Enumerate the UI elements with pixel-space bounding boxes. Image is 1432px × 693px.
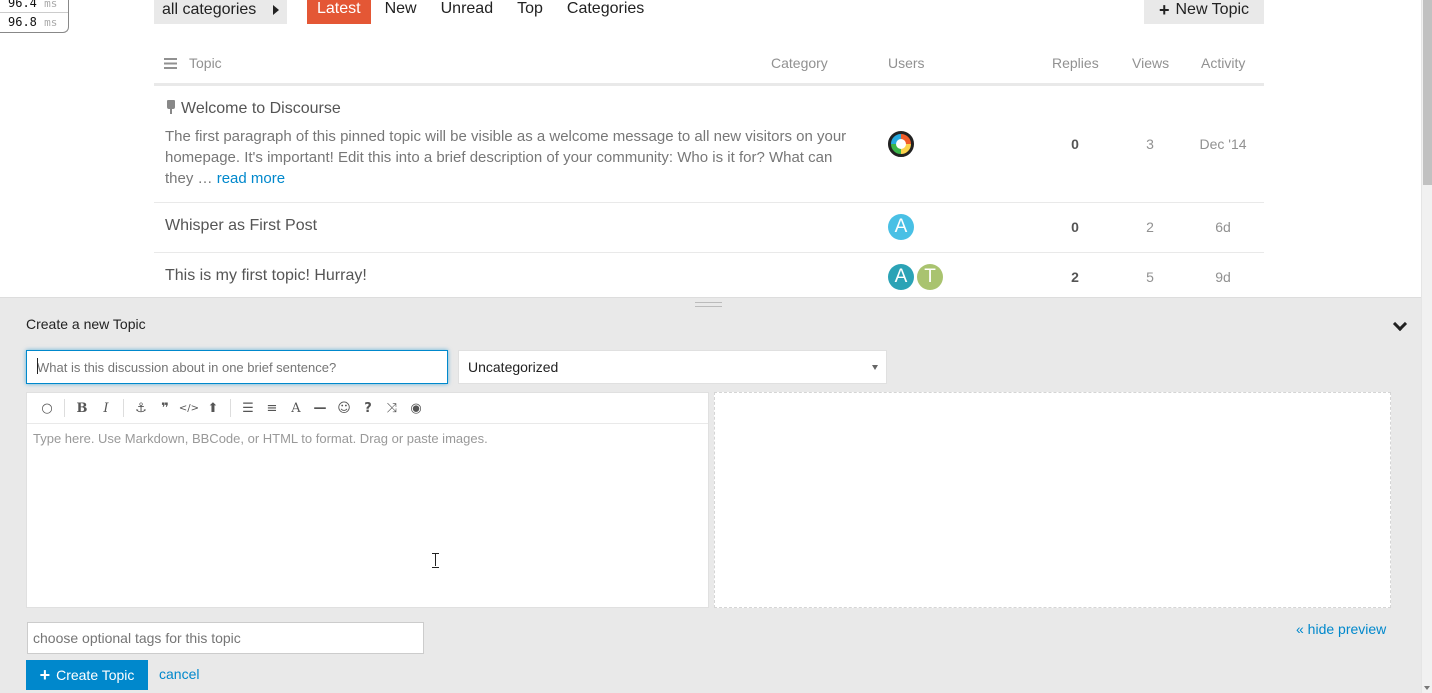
table-row: This is my first topic! Hurray! A T 2 5 … <box>154 253 1264 303</box>
composer-panel: Create a new Topic Uncategorized ○ B I ⚓… <box>0 297 1421 693</box>
topic-title-input[interactable] <box>26 350 448 384</box>
caret-down-icon <box>872 365 878 370</box>
tab-top[interactable]: Top <box>507 0 553 24</box>
navigation-bar: all categories Latest New Unread Top Cat… <box>154 0 658 24</box>
header-replies[interactable]: Replies <box>1052 55 1099 71</box>
composer-heading: Create a new Topic <box>26 316 146 332</box>
heading-icon[interactable]: A <box>284 396 308 420</box>
toolbar-divider <box>123 399 124 417</box>
profiler-row[interactable]: 96.4 ms <box>0 0 68 13</box>
table-row: Welcome to Discourse The first paragraph… <box>154 88 1264 203</box>
plus-icon: + <box>39 665 51 685</box>
speech-bubble-icon[interactable]: ○ <box>35 396 59 420</box>
new-topic-button[interactable]: + New Topic <box>1144 0 1264 24</box>
avatar[interactable]: T <box>917 264 943 290</box>
activity-date[interactable]: Dec '14 <box>1193 136 1253 152</box>
views-count: 2 <box>1146 219 1154 235</box>
hide-preview-link[interactable]: « hide preview <box>1296 621 1386 637</box>
shuffle-icon[interactable]: ⤨ <box>380 396 404 420</box>
bullet-list-icon[interactable]: ≡ <box>260 396 284 420</box>
quote-icon[interactable]: ❞ <box>153 396 177 420</box>
text-cursor <box>37 358 38 374</box>
header-category: Category <box>771 55 828 71</box>
toolbar-divider <box>230 399 231 417</box>
views-count: 3 <box>1146 136 1154 152</box>
caret-right-icon <box>273 5 279 15</box>
views-count: 5 <box>1146 269 1154 285</box>
preview-pane <box>714 392 1391 608</box>
read-more-link[interactable]: read more <box>217 170 285 187</box>
horizontal-rule-icon[interactable]: — <box>308 396 332 420</box>
profiler-row[interactable]: 96.8 ms <box>0 13 68 32</box>
table-row: Whisper as First Post A 0 2 6d <box>154 203 1264 253</box>
bold-icon[interactable]: B <box>70 396 94 420</box>
scrollbar-thumb[interactable] <box>1423 0 1432 185</box>
editor-toolbar: ○ B I ⚓ ❞ </> ⬆ ☰ ≡ A — ☺ ? ⤨ ◉ <box>27 393 708 424</box>
topic-table-header: Topic Category Users Replies Views Activ… <box>154 40 1264 86</box>
tags-input[interactable] <box>27 622 424 654</box>
cancel-link[interactable]: cancel <box>159 666 199 682</box>
scroll-down-icon[interactable] <box>1424 686 1430 690</box>
editor[interactable]: ○ B I ⚓ ❞ </> ⬆ ☰ ≡ A — ☺ ? ⤨ ◉ Type her… <box>26 392 709 608</box>
topic-title[interactable]: Welcome to Discourse <box>165 100 341 118</box>
tab-latest[interactable]: Latest <box>307 0 371 24</box>
profiler-panel[interactable]: 96.4 ms 96.8 ms <box>0 0 69 33</box>
editor-placeholder: Type here. Use Markdown, BBCode, or HTML… <box>33 431 488 446</box>
help-icon[interactable]: ? <box>356 396 380 420</box>
chevron-down-icon[interactable] <box>1392 316 1408 332</box>
ordered-list-icon[interactable]: ☰ <box>236 396 260 420</box>
resize-grip[interactable] <box>695 302 722 307</box>
activity-date[interactable]: 9d <box>1193 269 1253 285</box>
avatar[interactable] <box>888 131 914 157</box>
header-activity[interactable]: Activity <box>1201 55 1245 71</box>
activity-date[interactable]: 6d <box>1193 219 1253 235</box>
discourse-page: 96.4 ms 96.8 ms all categories Latest Ne… <box>0 0 1432 693</box>
header-views[interactable]: Views <box>1132 55 1169 71</box>
tab-categories[interactable]: Categories <box>557 0 654 24</box>
avatar[interactable]: A <box>888 264 914 290</box>
tab-new[interactable]: New <box>375 0 427 24</box>
tab-unread[interactable]: Unread <box>431 0 503 24</box>
plus-icon: + <box>1158 0 1170 20</box>
nav-tabs: Latest New Unread Top Categories <box>307 0 658 24</box>
header-topic[interactable]: Topic <box>164 55 222 71</box>
ibeam-cursor-icon <box>432 553 442 568</box>
replies-count[interactable]: 2 <box>1045 269 1105 285</box>
upload-icon[interactable]: ⬆ <box>201 396 225 420</box>
link-icon[interactable]: ⚓ <box>129 396 153 420</box>
replies-count[interactable]: 0 <box>1045 219 1105 235</box>
code-icon[interactable]: </> <box>177 396 201 420</box>
category-dropdown[interactable]: all categories <box>154 0 287 24</box>
avatar[interactable]: A <box>888 214 914 240</box>
pin-icon <box>165 100 177 114</box>
topic-title[interactable]: This is my first topic! Hurray! <box>165 267 367 285</box>
play-icon[interactable]: ◉ <box>404 396 428 420</box>
italic-icon[interactable]: I <box>94 396 118 420</box>
header-users: Users <box>888 55 925 71</box>
replies-count[interactable]: 0 <box>1045 136 1105 152</box>
create-topic-button[interactable]: + Create Topic <box>26 660 148 690</box>
emoji-icon[interactable]: ☺ <box>332 396 356 420</box>
topic-title[interactable]: Whisper as First Post <box>165 217 317 235</box>
topic-excerpt: The first paragraph of this pinned topic… <box>165 128 847 187</box>
list-icon <box>164 58 177 69</box>
category-select[interactable]: Uncategorized <box>458 350 887 384</box>
scrollbar[interactable] <box>1421 0 1432 693</box>
toolbar-divider <box>64 399 65 417</box>
